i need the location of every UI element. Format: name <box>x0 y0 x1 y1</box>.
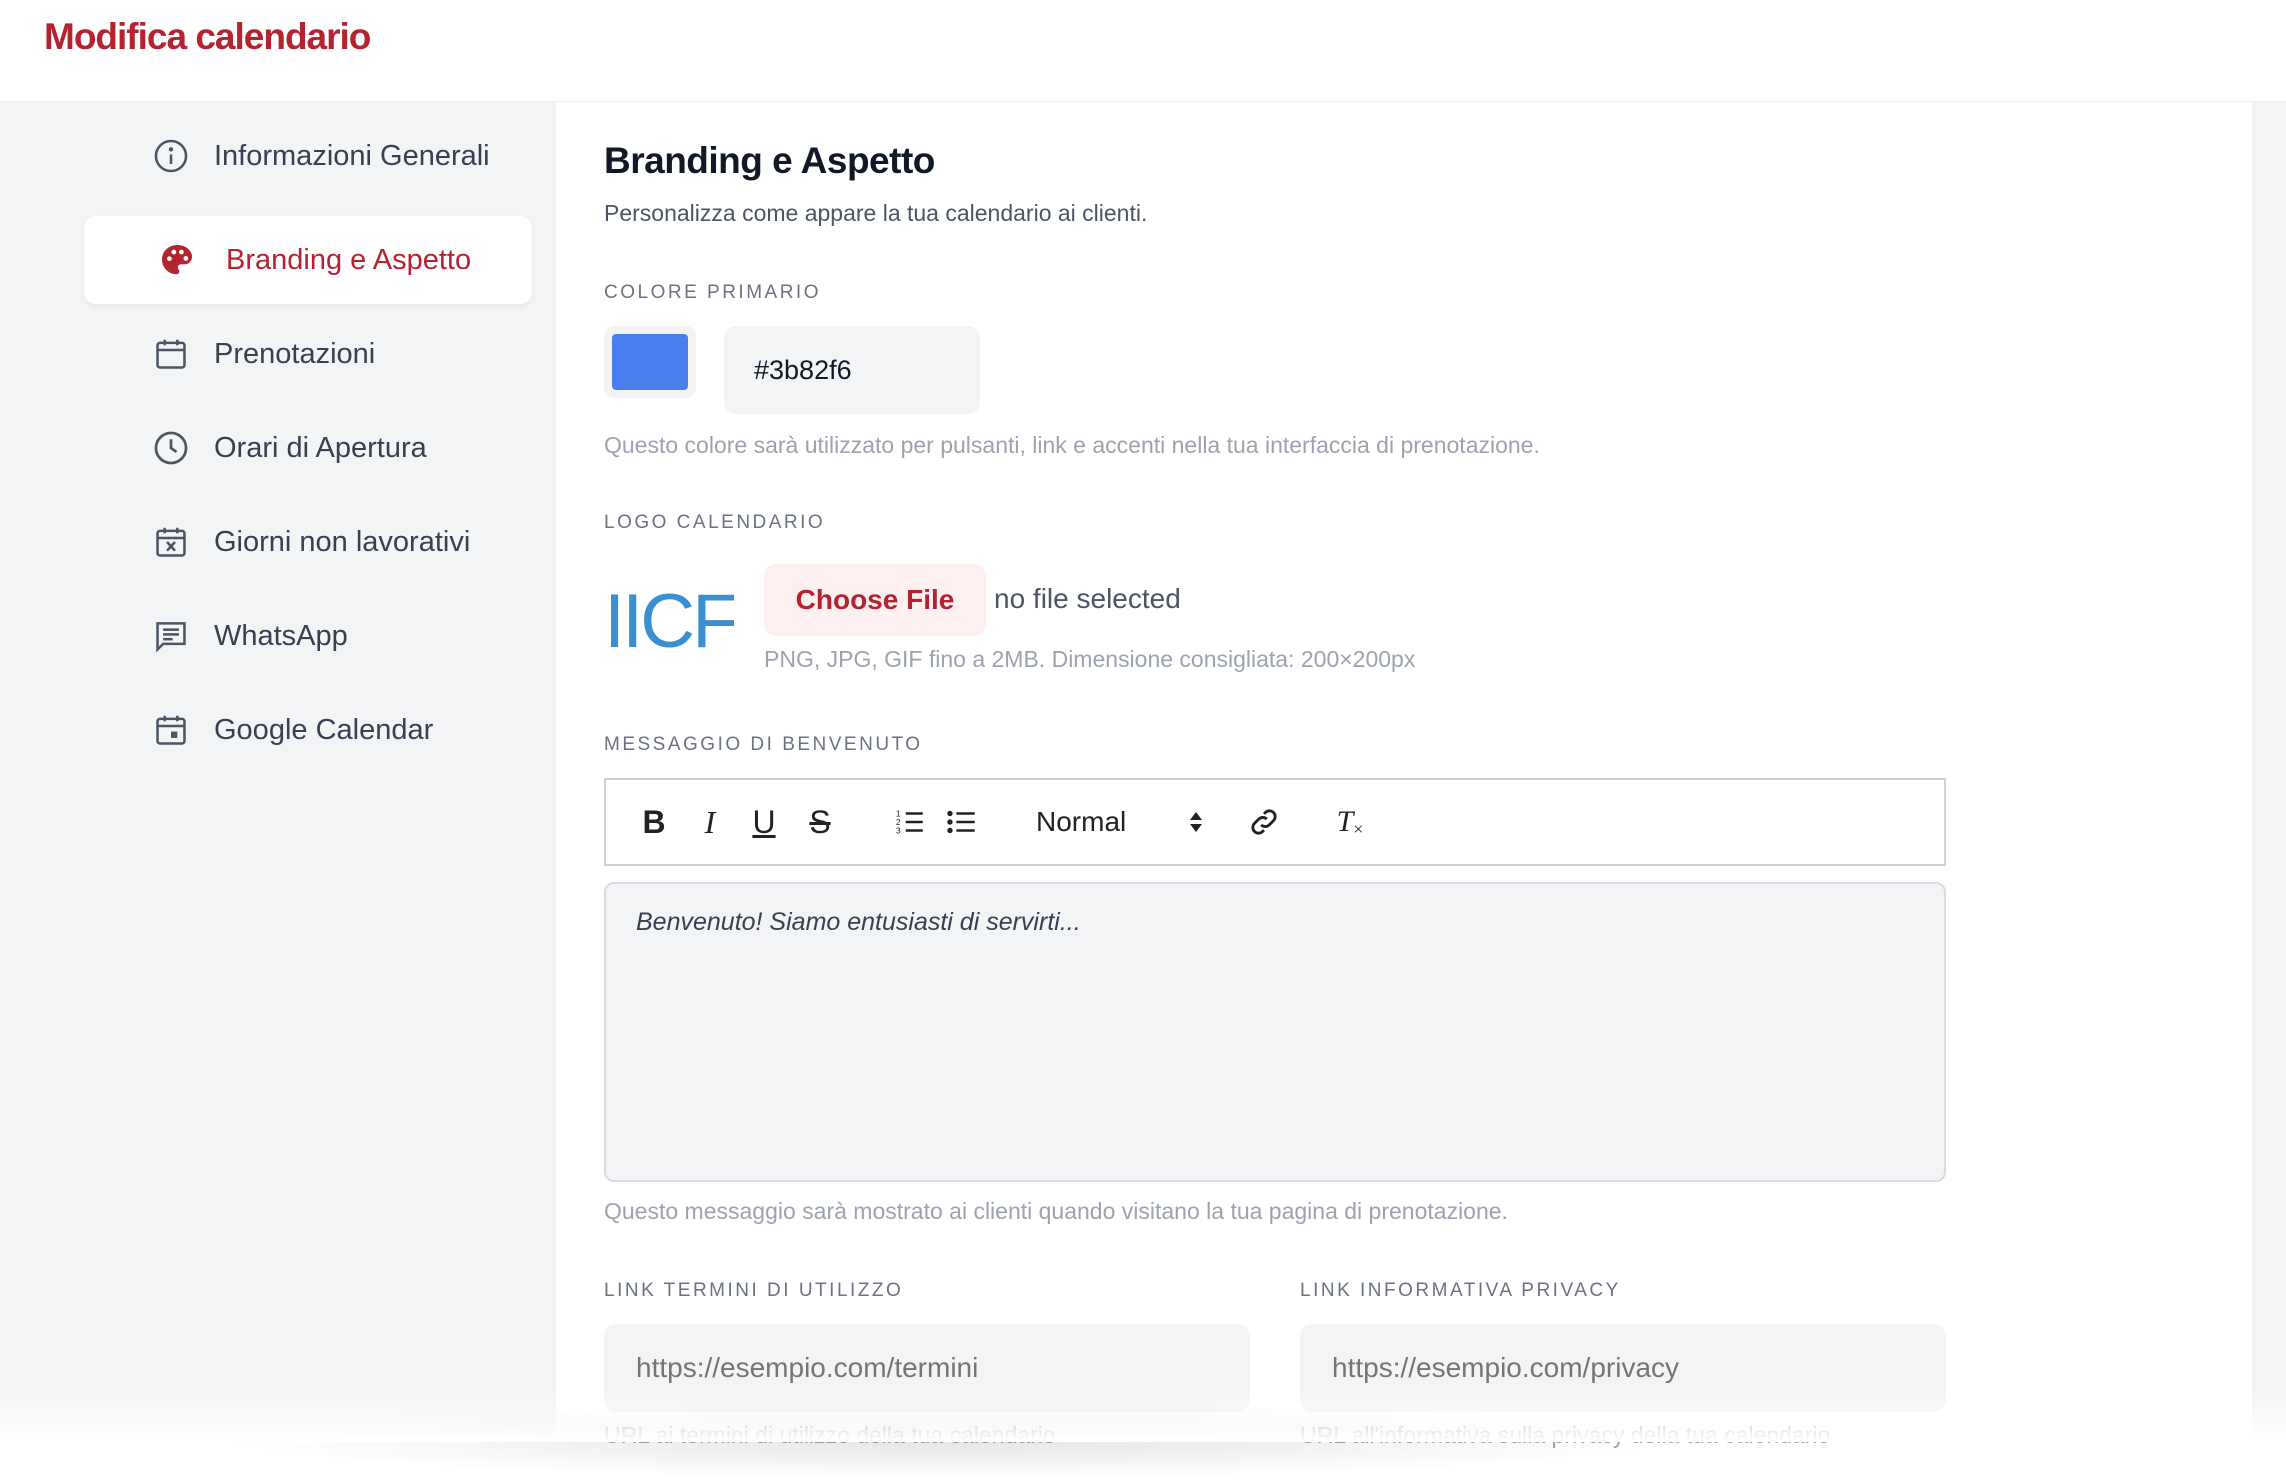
sidebar-item-label: Informazioni Generali <box>214 139 490 172</box>
palette-icon <box>161 244 193 275</box>
privacy-url-input[interactable] <box>1300 1324 1946 1412</box>
clear-format-icon: T <box>1336 805 1354 838</box>
bullet-list-button[interactable] <box>940 780 984 864</box>
color-swatch-fill <box>612 334 688 390</box>
terms-url-input[interactable] <box>604 1324 1250 1412</box>
sidebar-item-giorni-non-lavorativi[interactable]: Giorni non lavorativi <box>84 498 532 586</box>
sidebar-item-label: Orari di Apertura <box>214 431 427 464</box>
sidebar-item-informazioni-generali[interactable]: Informazioni Generali <box>84 112 532 200</box>
svg-text:3: 3 <box>896 825 901 835</box>
info-icon <box>154 139 188 173</box>
page-title: Modifica calendario <box>44 16 371 57</box>
file-status: no file selected <box>994 583 1181 614</box>
calendar-icon <box>156 339 186 369</box>
sidebar-item-label: Prenotazioni <box>214 337 376 370</box>
calendar-x-icon <box>156 527 186 557</box>
logo-preview: IICF <box>604 582 734 662</box>
editor-toolbar: B I U S 1 2 3 Normal T × <box>604 778 1946 866</box>
calendar-event-icon <box>156 715 186 745</box>
sidebar-item-prenotazioni[interactable]: Prenotazioni <box>84 310 532 398</box>
clock-icon <box>154 431 188 465</box>
bold-button[interactable]: B <box>634 780 674 864</box>
sidebar-item-whatsapp[interactable]: WhatsApp <box>84 592 532 680</box>
primary-color-help: Questo colore sarà utilizzato per pulsan… <box>604 432 1540 458</box>
top-bar: Modifica calendario <box>0 0 2286 102</box>
link-icon <box>1251 809 1277 835</box>
bullet-list-icon <box>947 810 975 834</box>
message-icon <box>156 622 186 653</box>
primary-color-label: COLORE PRIMARIO <box>604 282 821 303</box>
format-select-value: Normal <box>1036 806 1127 837</box>
ordered-list-button[interactable]: 1 2 3 <box>888 780 932 864</box>
privacy-help: URL all'informativa sulla privacy della … <box>1300 1422 1831 1448</box>
sidebar-item-google-calendar[interactable]: Google Calendar <box>84 686 532 774</box>
sidebar-item-branding-e-aspetto[interactable]: Branding e Aspetto <box>84 216 532 304</box>
underline-button[interactable]: U <box>744 780 784 864</box>
sidebar-item-label: Branding e Aspetto <box>226 243 472 276</box>
terms-label: LINK TERMINI DI UTILIZZO <box>604 1280 904 1301</box>
sidebar: Informazioni Generali Branding e Aspetto… <box>42 102 556 1442</box>
privacy-label: LINK INFORMATIVA PRIVACY <box>1300 1280 1621 1301</box>
logo-label: LOGO CALENDARIO <box>604 512 826 533</box>
section-title: Branding e Aspetto <box>604 140 935 181</box>
ordered-list-icon: 1 2 3 <box>896 808 923 835</box>
choose-file-button[interactable]: Choose File <box>764 564 986 636</box>
sidebar-item-label: Giorni non lavorativi <box>214 525 471 558</box>
sidebar-item-orari-di-apertura[interactable]: Orari di Apertura <box>84 404 532 492</box>
clear-format-button[interactable]: T × <box>1328 780 1372 864</box>
insert-link-button[interactable] <box>1242 780 1286 864</box>
format-select[interactable]: Normal <box>1020 780 1220 864</box>
main-content: Branding e Aspetto Personalizza come app… <box>556 102 2252 1448</box>
italic-button[interactable]: I <box>690 780 730 864</box>
welcome-message-editor[interactable]: Benvenuto! Siamo entusiasti di servirti.… <box>604 882 1946 1182</box>
strikethrough-button[interactable]: S <box>800 780 840 864</box>
welcome-label: MESSAGGIO DI BENVENUTO <box>604 734 923 755</box>
sort-arrows-icon <box>1190 812 1202 832</box>
hex-color-input[interactable] <box>724 326 980 414</box>
editor-placeholder: Benvenuto! Siamo entusiasti di servirti.… <box>636 908 1081 936</box>
sidebar-item-label: Google Calendar <box>214 713 434 746</box>
logo-help: PNG, JPG, GIF fino a 2MB. Dimensione con… <box>764 646 1416 672</box>
section-subtitle: Personalizza come appare la tua calendar… <box>604 200 1148 226</box>
terms-help: URL ai termini di utilizzo della tua cal… <box>604 1422 1056 1448</box>
color-picker-swatch[interactable] <box>604 326 696 398</box>
welcome-help: Questo messaggio sarà mostrato ai client… <box>604 1198 1508 1224</box>
sidebar-item-label: WhatsApp <box>214 619 348 652</box>
